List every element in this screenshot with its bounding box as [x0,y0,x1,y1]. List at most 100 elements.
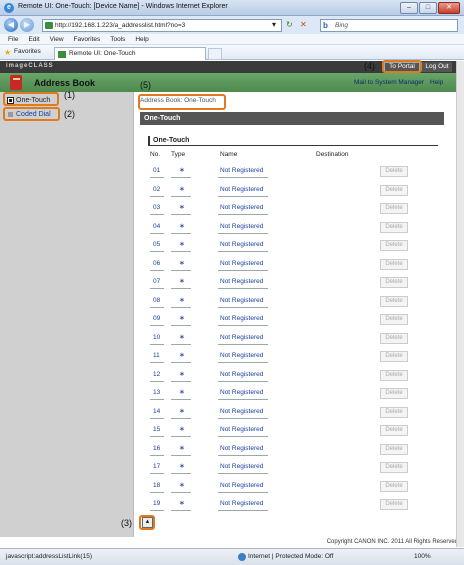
table-row: 13 ∗ Not Registered Delete [148,385,438,403]
delete-button[interactable]: Delete [380,258,408,270]
table-row: 04 ∗ Not Registered Delete [148,219,438,237]
delete-button[interactable]: Delete [380,443,408,455]
delete-button[interactable]: Delete [380,221,408,233]
delete-button[interactable]: Delete [380,499,408,510]
row-type: ∗ [179,407,185,415]
delete-button[interactable]: Delete [380,240,408,251]
row-name-link[interactable]: Not Registered [220,278,270,285]
url-field[interactable]: http://192.168.1.223/a_addresslist.html?… [42,19,282,32]
window-titlebar: e Remote UI: One-Touch: [Device Name] - … [0,0,464,16]
row-type: ∗ [179,204,185,211]
row-number: 06 [153,259,161,267]
menu-file[interactable]: File [8,34,18,45]
row-number: 01 [153,167,161,174]
callout-label-3: (3) [121,518,132,528]
dropdown-icon[interactable]: ▾ [272,20,276,30]
delete-button[interactable]: Delete [380,203,408,214]
row-type: ∗ [179,167,185,174]
favorites-button[interactable]: Favorites [14,48,41,55]
delete-button[interactable]: Delete [380,295,408,307]
row-underline [218,380,268,382]
page-title: Address Book [34,78,96,88]
table-row: 16 ∗ Not Registered Delete [148,441,438,459]
table-row: 07 ∗ Not Registered Delete [148,274,438,292]
delete-button[interactable]: Delete [380,166,408,177]
row-name-link[interactable]: Not Registered [220,426,270,433]
row-number: 14 [153,407,161,415]
vertical-scrollbar[interactable] [456,61,464,547]
zoom-level[interactable]: 100% [414,553,431,560]
delete-button[interactable]: Delete [380,277,408,288]
delete-button[interactable]: Delete [380,314,408,325]
row-name-link[interactable]: Not Registered [220,445,270,452]
menu-favorites[interactable]: Favorites [74,34,101,45]
delete-button[interactable]: Delete [380,184,408,196]
row-name-link[interactable]: Not Registered [220,260,270,267]
delete-button[interactable]: Delete [380,406,408,418]
new-tab-button[interactable] [208,48,222,60]
row-type: ∗ [179,241,185,248]
delete-button[interactable]: Delete [380,425,408,436]
row-name-link[interactable]: Not Registered [220,186,270,193]
back-button[interactable]: ◀ [4,18,18,32]
row-name-link[interactable]: Not Registered [220,482,270,489]
row-name-link[interactable]: Not Registered [220,371,270,378]
row-name-link[interactable]: Not Registered [220,297,270,304]
log-out-button[interactable]: Log Out [422,62,452,72]
row-name-link[interactable]: Not Registered [220,334,270,341]
internet-zone-icon [238,553,246,561]
minimize-button[interactable]: – [400,2,418,14]
menu-view[interactable]: View [50,34,64,45]
row-name-link[interactable]: Not Registered [220,352,270,359]
column-destination: Destination [316,151,349,158]
ie-icon: e [4,3,14,13]
row-type: ∗ [179,278,185,285]
table-row: 15 ∗ Not Registered Delete [148,422,438,440]
callout-label-1: (1) [64,90,75,100]
row-underline [171,251,191,252]
row-underline [150,343,164,345]
row-underline [150,177,164,178]
row-type: ∗ [179,426,185,433]
forward-button[interactable]: ▶ [20,18,34,32]
refresh-icon[interactable]: ↻ [286,20,293,30]
stop-icon[interactable]: ✕ [300,20,307,30]
menu-edit[interactable]: Edit [28,34,39,45]
search-input[interactable]: b Bing [320,19,458,32]
delete-button[interactable]: Delete [380,351,408,362]
row-underline [218,288,268,289]
row-name-link[interactable]: Not Registered [220,204,270,211]
close-button[interactable]: ✕ [438,2,460,14]
row-name-link[interactable]: Not Registered [220,463,270,470]
delete-button[interactable]: Delete [380,462,408,473]
row-underline [218,510,268,511]
delete-button[interactable]: Delete [380,332,408,344]
maximize-button[interactable]: □ [419,2,437,14]
callout-label-5: (5) [140,80,151,90]
row-name-link[interactable]: Not Registered [220,500,270,507]
help-link[interactable]: Help [430,79,443,86]
menu-tools[interactable]: Tools [110,34,125,45]
row-number: 15 [153,426,161,433]
delete-button[interactable]: Delete [380,369,408,381]
address-book-icon [10,75,22,90]
mail-to-system-manager-link[interactable]: Mail to System Manager [354,79,424,86]
row-type: ∗ [179,481,185,489]
menu-help[interactable]: Help [135,34,148,45]
row-underline [218,417,268,419]
row-name-link[interactable]: Not Registered [220,167,270,174]
callout-box-3 [139,515,155,530]
delete-button[interactable]: Delete [380,480,408,492]
row-name-link[interactable]: Not Registered [220,408,270,415]
row-name-link[interactable]: Not Registered [220,315,270,322]
browser-tab[interactable]: Remote UI: One-Touch [54,47,206,60]
security-zone: Internet | Protected Mode: Off [248,553,334,560]
row-underline [218,251,268,252]
delete-button[interactable]: Delete [380,388,408,399]
row-name-link[interactable]: Not Registered [220,241,270,248]
row-type: ∗ [179,315,185,322]
search-placeholder: Bing [335,22,349,29]
row-name-link[interactable]: Not Registered [220,223,270,230]
row-underline [171,510,191,511]
row-name-link[interactable]: Not Registered [220,389,270,396]
